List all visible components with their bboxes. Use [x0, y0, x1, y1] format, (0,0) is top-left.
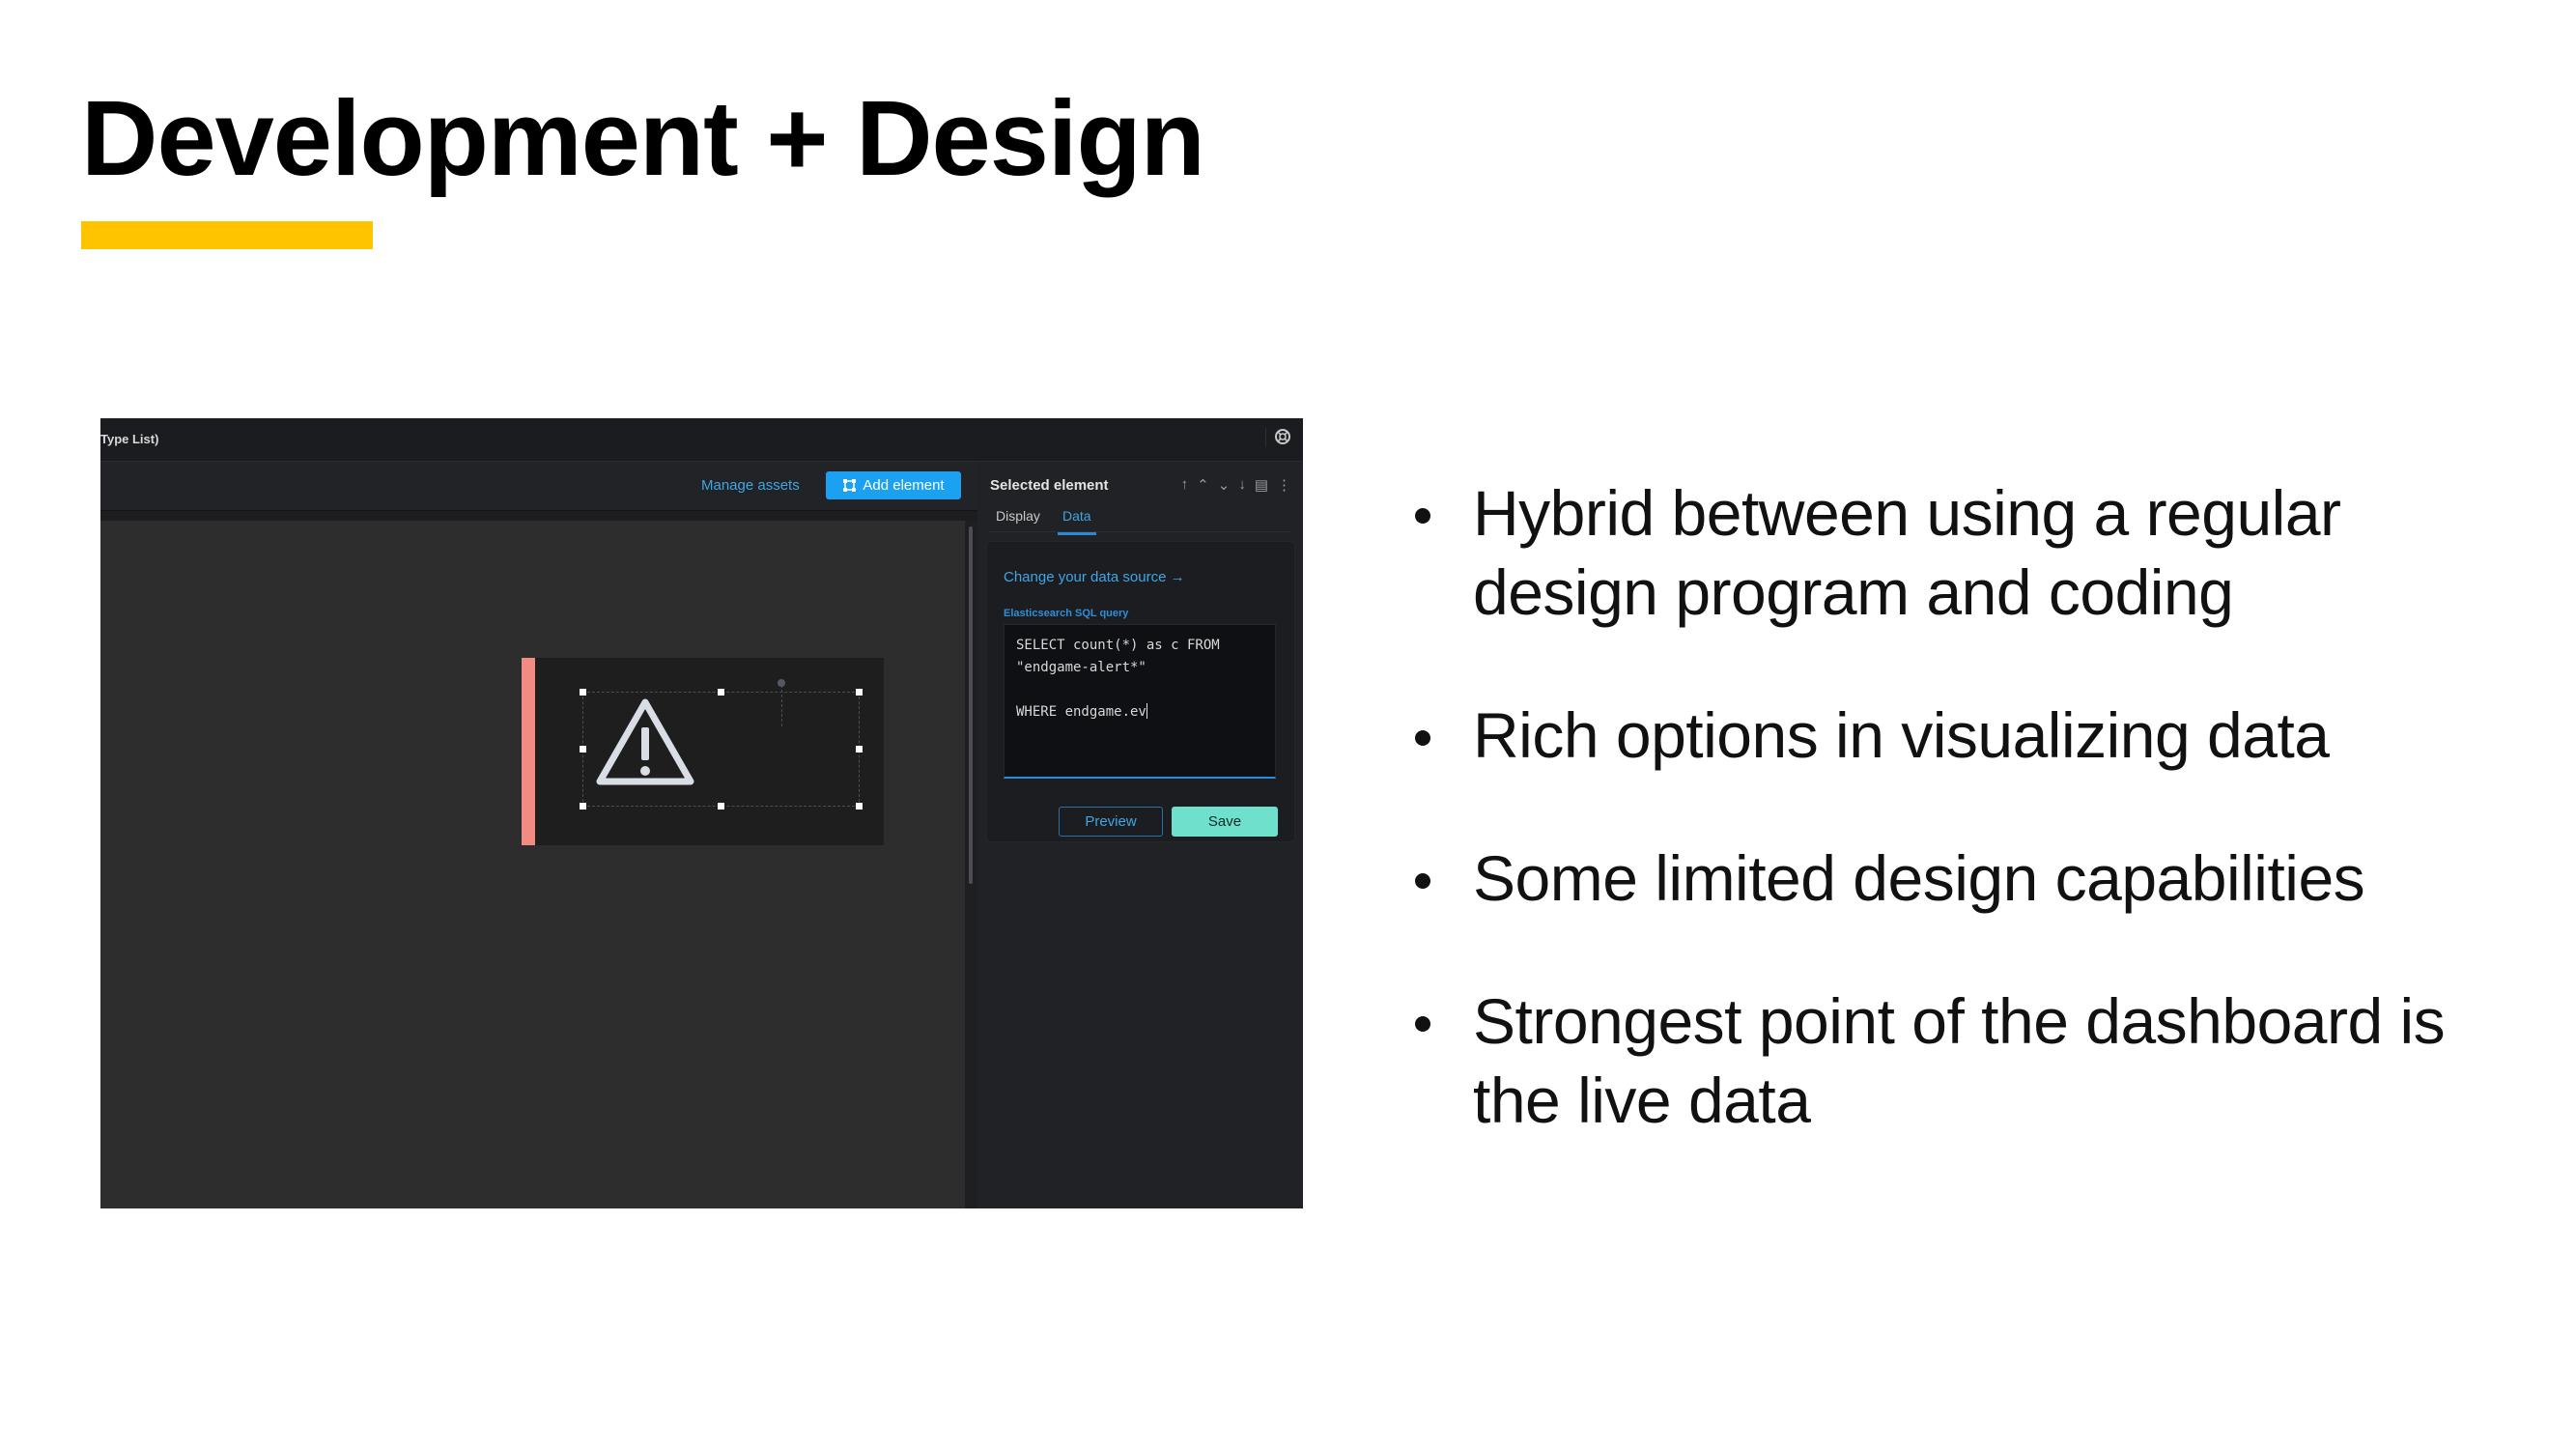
tab-display[interactable]: Display	[996, 508, 1040, 524]
add-element-label: Add element	[863, 477, 945, 494]
bullet-text: Hybrid between using a regular design pr…	[1473, 477, 2341, 628]
datasource-section: Change your data source → Elasticsearch …	[986, 541, 1295, 842]
app-screenshot: Type List) Manage assets Add element Sel…	[100, 418, 1303, 1208]
help-lifebuoy-icon[interactable]	[1265, 428, 1293, 447]
text-caret	[1146, 703, 1147, 719]
workpad-canvas[interactable]	[100, 521, 965, 1208]
add-element-button[interactable]: Add element	[826, 471, 961, 499]
resize-handle[interactable]	[856, 746, 863, 753]
app-topbar: Type List)	[100, 418, 1303, 462]
bullet-text: Rich options in visualizing data	[1473, 699, 2330, 771]
bullet-dot	[1415, 873, 1430, 889]
more-options-icon[interactable]: ⋮	[1277, 476, 1291, 494]
change-data-source-link[interactable]: Change your data source →	[1004, 569, 1185, 585]
rotation-guide	[781, 685, 782, 726]
scrollbar-thumb[interactable]	[969, 526, 973, 884]
bullet-dot	[1415, 730, 1430, 746]
resize-handle[interactable]	[580, 746, 586, 753]
bullet-list: Hybrid between using a regular design pr…	[1410, 473, 2521, 1204]
save-element-icon[interactable]: ▤	[1255, 476, 1268, 494]
resize-handle[interactable]	[856, 803, 863, 810]
resize-handle[interactable]	[718, 689, 724, 696]
sql-query-input[interactable]: SELECT count(*) as c FROM "endgame-alert…	[1004, 624, 1276, 779]
bullet-dot	[1415, 1016, 1430, 1032]
bullet-dot	[1415, 508, 1430, 524]
title-underline	[81, 221, 373, 249]
slide-title: Development + Design	[81, 79, 1205, 198]
bullet-item: Hybrid between using a regular design pr…	[1410, 473, 2521, 632]
bullet-item: Some limited design capabilities	[1410, 838, 2521, 918]
bullet-text: Strongest point of the dashboard is the …	[1473, 985, 2446, 1136]
tab-data[interactable]: Data	[1058, 508, 1096, 535]
rotation-handle[interactable]	[778, 679, 785, 687]
preview-button[interactable]: Preview	[1059, 807, 1163, 837]
resize-handle[interactable]	[580, 689, 586, 696]
panel-tabs: Display Data	[990, 504, 1289, 535]
sql-query-label: Elasticsearch SQL query	[1004, 608, 1129, 619]
warning-triangle-icon	[596, 698, 694, 785]
canvas-toolbar: Manage assets Add element	[100, 462, 977, 511]
canvas-divider	[100, 511, 977, 521]
save-button[interactable]: Save	[1172, 807, 1278, 837]
selected-element-panel: Selected element ↑ ⌃ ⌄ ↓ ▤ ⋮ Display Dat…	[977, 462, 1303, 1208]
arrow-right-icon: →	[1170, 569, 1185, 585]
panel-actions: ↑ ⌃ ⌄ ↓ ▤ ⋮	[1181, 476, 1291, 494]
move-up-icon[interactable]: ⌃	[1197, 476, 1209, 494]
bullet-text: Some limited design capabilities	[1473, 842, 2365, 914]
panel-title: Selected element	[990, 477, 1109, 494]
canvas-scrollbar[interactable]	[965, 521, 977, 1208]
move-down-icon[interactable]: ⌄	[1218, 476, 1231, 494]
resize-handle[interactable]	[580, 803, 586, 810]
element-frame-icon	[843, 479, 857, 492]
manage-assets-link[interactable]: Manage assets	[701, 477, 800, 494]
change-data-source-label: Change your data source	[1004, 569, 1167, 585]
breadcrumb[interactable]: Type List)	[100, 432, 158, 446]
resize-handle[interactable]	[718, 803, 724, 810]
bullet-item: Rich options in visualizing data	[1410, 696, 2521, 775]
resize-handle[interactable]	[856, 689, 863, 696]
sql-query-text: SELECT count(*) as c FROM "endgame-alert…	[1016, 638, 1220, 720]
canvas-element[interactable]	[522, 658, 884, 845]
move-to-top-icon[interactable]: ↑	[1181, 476, 1189, 494]
bullet-item: Strongest point of the dashboard is the …	[1410, 981, 2521, 1140]
move-to-bottom-icon[interactable]: ↓	[1238, 476, 1246, 494]
element-accent-bar	[522, 658, 535, 845]
